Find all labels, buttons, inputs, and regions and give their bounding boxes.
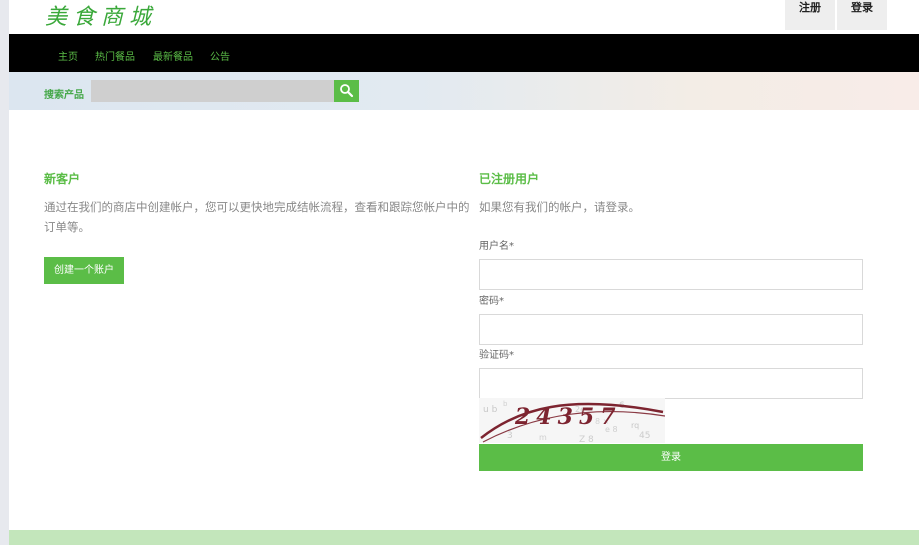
nav-item-hot[interactable]: 热门餐品	[95, 48, 135, 63]
svg-text:u b: u b	[483, 405, 498, 415]
registered-user-title: 已注册用户	[479, 172, 540, 186]
svg-text:3: 3	[507, 431, 513, 441]
search-button[interactable]	[334, 80, 359, 102]
footer-bar	[9, 530, 919, 545]
login-link-button[interactable]: 登录	[837, 0, 887, 30]
password-field[interactable]	[479, 314, 863, 345]
nav-item-home[interactable]: 主页	[58, 48, 78, 63]
username-field[interactable]	[479, 259, 863, 290]
search-label: 搜索产品	[44, 90, 84, 101]
svg-text:rq: rq	[631, 421, 639, 430]
search-bar: 搜索产品	[9, 72, 919, 110]
svg-text:m: m	[539, 433, 547, 442]
login-submit-button[interactable]: 登录	[479, 444, 863, 471]
new-customer-description: 通过在我们的商店中创建帐户，您可以更快地完成结帐流程，查看和跟踪您帐户中的订单等…	[44, 200, 470, 234]
top-bar: 美食商城 注册 登录	[9, 0, 919, 34]
page: 美食商城 注册 登录 主页 热门餐品 最新餐品 公告 搜索产品 新客户 通过在我…	[9, 0, 919, 545]
nav-item-notice[interactable]: 公告	[210, 48, 230, 63]
svg-text:b: b	[503, 400, 508, 408]
captcha-text: 24357	[515, 404, 622, 430]
nav-item-new[interactable]: 最新餐品	[153, 48, 193, 63]
svg-text:Z 8: Z 8	[579, 435, 594, 443]
password-label: 密码*	[479, 296, 504, 307]
captcha-field[interactable]	[479, 368, 863, 399]
site-logo[interactable]: 美食商城	[45, 0, 157, 31]
svg-text:45: 45	[639, 431, 650, 441]
search-input[interactable]	[91, 80, 334, 102]
username-label: 用户名*	[479, 241, 514, 252]
registered-user-description: 如果您有我们的帐户，请登录。	[479, 200, 640, 214]
register-button[interactable]: 注册	[785, 0, 835, 30]
main-nav: 主页 热门餐品 最新餐品 公告	[9, 34, 919, 72]
search-icon	[340, 84, 354, 98]
captcha-label: 验证码*	[479, 350, 514, 361]
create-account-button[interactable]: 创建一个账户	[44, 257, 124, 284]
captcha-image[interactable]: u b b 2e 6 8 × e 8 rq 45 3 m Z 8 24357	[479, 398, 665, 443]
new-customer-title: 新客户	[44, 172, 81, 186]
